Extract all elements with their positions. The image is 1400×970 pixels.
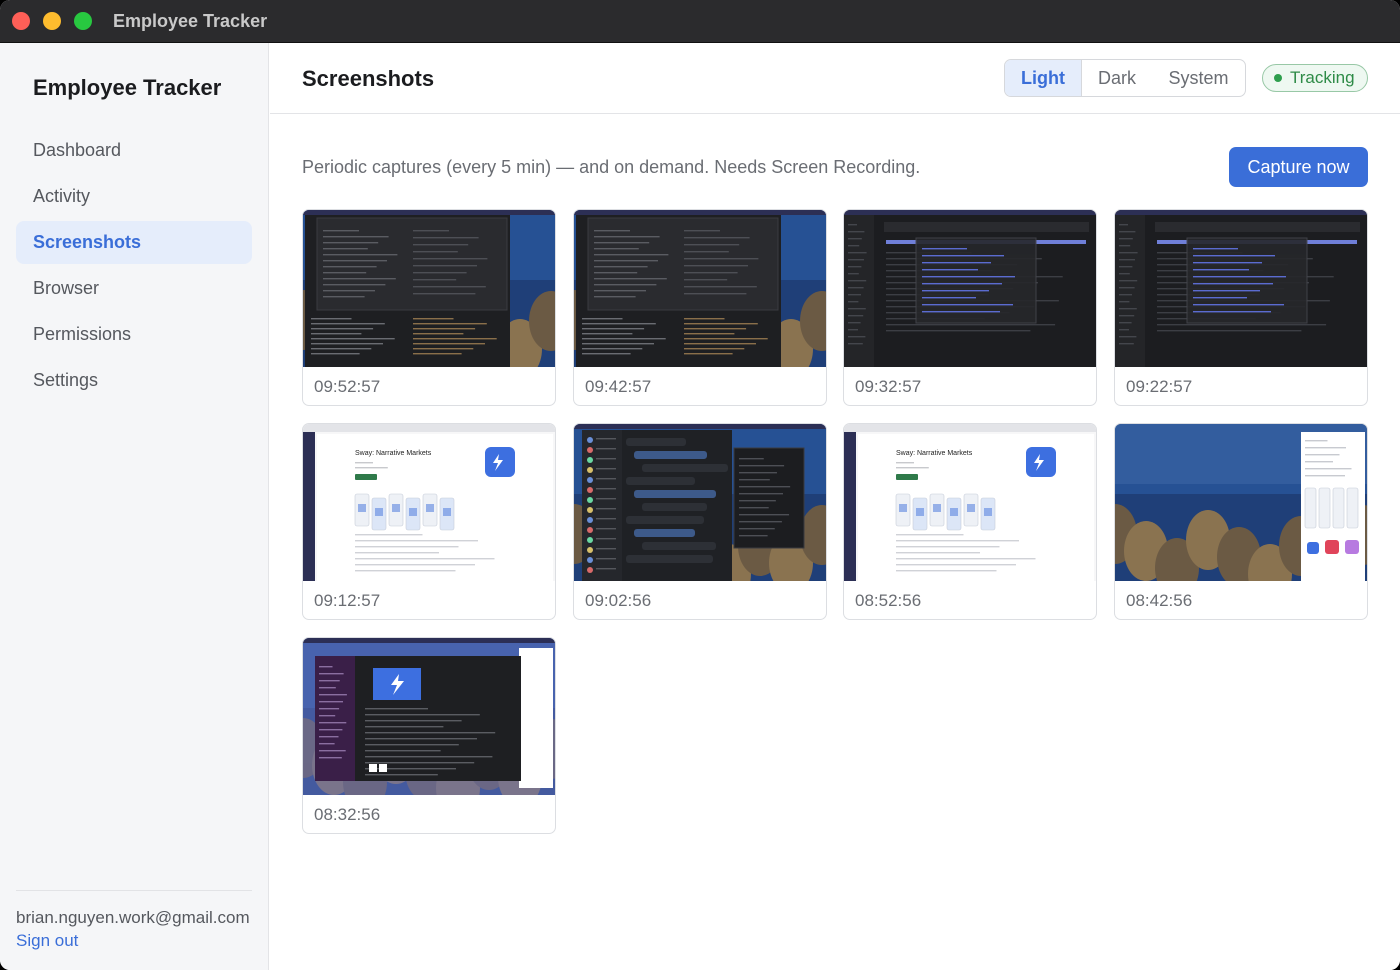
- minimize-window-button[interactable]: [43, 12, 61, 30]
- screenshot-card[interactable]: 09:32:57: [843, 209, 1097, 406]
- screenshot-image: [844, 210, 1096, 367]
- sign-out-link[interactable]: Sign out: [16, 931, 78, 951]
- window-title: Employee Tracker: [113, 11, 268, 31]
- sidebar-item-settings[interactable]: Settings: [16, 359, 252, 402]
- screenshot-timestamp: 09:02:56: [585, 591, 652, 610]
- screenshot-card[interactable]: 08:32:56: [302, 637, 556, 834]
- sidebar-item-activity[interactable]: Activity: [16, 175, 252, 218]
- sidebar-footer: brian.nguyen.work@gmail.com Sign out: [16, 890, 252, 951]
- theme-option-light[interactable]: Light: [1005, 60, 1082, 96]
- theme-segmented-control: Light Dark System: [1004, 59, 1246, 97]
- theme-option-dark[interactable]: Dark: [1082, 60, 1152, 96]
- svg-text:Sway: Narrative Markets: Sway: Narrative Markets: [355, 450, 432, 457]
- screenshot-thumbnail: [574, 210, 826, 367]
- screenshot-thumbnail: [303, 210, 555, 367]
- sidebar-nav: Dashboard Activity Screenshots Browser P…: [16, 129, 252, 405]
- sidebar-item-browser[interactable]: Browser: [16, 267, 252, 310]
- screenshot-thumbnail: [844, 210, 1096, 367]
- sidebar-item-permissions[interactable]: Permissions: [16, 313, 252, 356]
- screenshot-thumbnail: Sway: Narrative Markets: [303, 424, 555, 581]
- screenshot-thumbnail: [574, 424, 826, 581]
- sidebar: Employee Tracker Dashboard Activity Scre…: [0, 43, 269, 970]
- close-window-button[interactable]: [12, 12, 30, 30]
- screenshot-card[interactable]: 09:22:57: [1114, 209, 1368, 406]
- screenshot-card[interactable]: 08:42:56: [1114, 423, 1368, 620]
- screenshot-timestamp: 09:22:57: [1126, 377, 1193, 396]
- screenshot-timestamp: 09:12:57: [314, 591, 381, 610]
- tracking-status-label: Tracking: [1290, 68, 1355, 87]
- screenshot-card[interactable]: 09:52:57: [302, 209, 556, 406]
- screenshot-timestamp: 09:32:57: [855, 377, 922, 396]
- zoom-window-button[interactable]: [74, 12, 92, 30]
- capture-now-button[interactable]: Capture now: [1229, 147, 1368, 187]
- page-header: Screenshots Light Dark System Tracking: [270, 43, 1400, 114]
- theme-option-system[interactable]: System: [1152, 60, 1245, 96]
- screenshot-image: [1115, 210, 1367, 367]
- svg-text:Sway: Narrative Markets: Sway: Narrative Markets: [896, 450, 973, 457]
- screenshot-thumbnail: [1115, 210, 1367, 367]
- app-window: Employee Tracker Employee Tracker Dashbo…: [0, 0, 1400, 970]
- screenshot-timestamp: 09:52:57: [314, 377, 381, 396]
- screenshot-thumbnail: Sway: Narrative Markets: [844, 424, 1096, 581]
- screenshot-image: Sway: Narrative Markets: [303, 424, 555, 581]
- screenshot-image: Sway: Narrative Markets: [844, 424, 1096, 581]
- screenshot-image: [1115, 424, 1367, 581]
- screenshot-card[interactable]: Sway: Narrative Markets 08:52:56: [843, 423, 1097, 620]
- title-bar: Employee Tracker: [0, 0, 1400, 43]
- page-title: Screenshots: [302, 66, 435, 91]
- screenshot-thumbnail: [1115, 424, 1367, 581]
- screenshot-card[interactable]: Sway: Narrative Markets 09:12:57: [302, 423, 556, 620]
- screenshot-card[interactable]: 09:42:57: [573, 209, 827, 406]
- sidebar-item-screenshots[interactable]: Screenshots: [16, 221, 252, 264]
- screenshot-card[interactable]: 09:02:56: [573, 423, 827, 620]
- screenshot-thumbnail: [303, 638, 555, 795]
- sidebar-brand: Employee Tracker: [33, 75, 222, 100]
- user-email: brian.nguyen.work@gmail.com: [16, 908, 250, 927]
- screenshot-timestamp: 08:52:56: [855, 591, 922, 610]
- screenshots-description: Periodic captures (every 5 min) — and on…: [302, 157, 921, 177]
- screenshot-image: [303, 638, 555, 795]
- tracking-status-badge: Tracking: [1262, 64, 1368, 92]
- sidebar-item-dashboard[interactable]: Dashboard: [16, 129, 252, 172]
- screenshot-image: [303, 210, 555, 367]
- screenshot-timestamp: 08:32:56: [314, 805, 381, 824]
- screenshot-image: [574, 424, 826, 581]
- screenshot-timestamp: 09:42:57: [585, 377, 652, 396]
- main-content: Screenshots Light Dark System Tracking P…: [270, 43, 1400, 970]
- screenshot-timestamp: 08:42:56: [1126, 591, 1193, 610]
- screenshot-image: [574, 210, 826, 367]
- status-dot-icon: [1274, 74, 1282, 82]
